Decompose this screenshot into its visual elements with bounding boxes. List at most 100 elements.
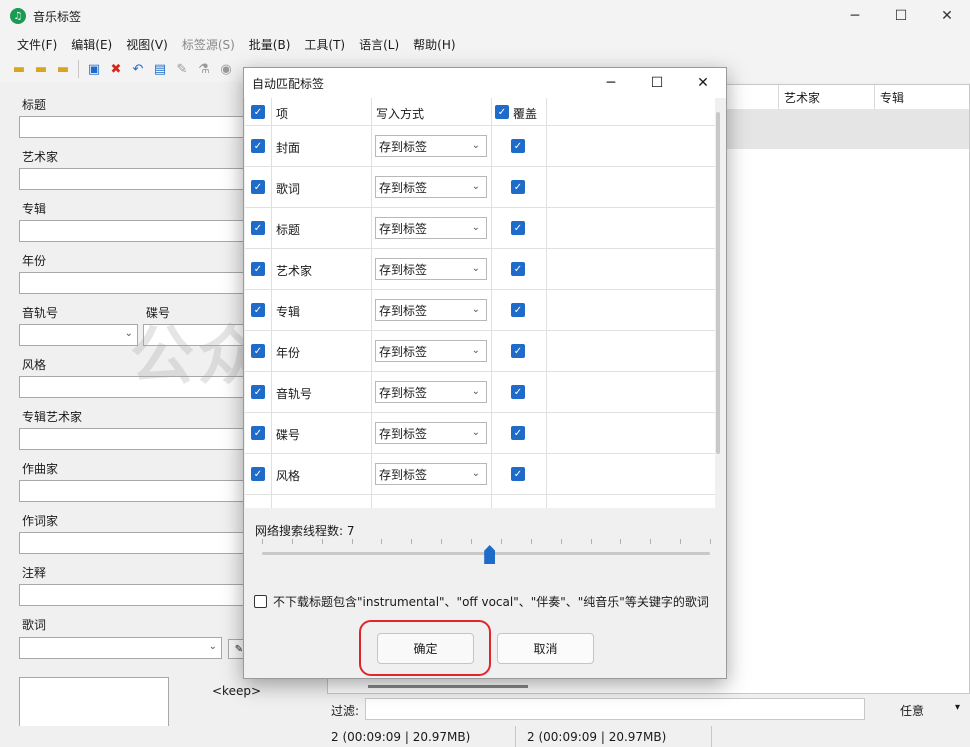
overwrite-checkbox[interactable]: ✓ bbox=[511, 180, 525, 194]
row-checkbox[interactable]: ✓ bbox=[251, 221, 265, 235]
dialog-close-button[interactable]: ✕ bbox=[680, 68, 726, 98]
filter-icon[interactable]: ⚗ bbox=[195, 60, 213, 78]
select-all-checkbox[interactable]: ✓ bbox=[251, 105, 265, 119]
write-mode-select[interactable]: 存到标签 ⌄ bbox=[375, 422, 487, 444]
filter-mode-select[interactable]: 任意 bbox=[900, 702, 924, 719]
filter-input[interactable] bbox=[365, 698, 865, 720]
folder-multi-icon[interactable]: ▬ bbox=[54, 60, 72, 78]
close-button[interactable]: ✕ bbox=[924, 0, 970, 32]
window-titlebar: ♫ 音乐标签 ─ ☐ ✕ bbox=[0, 0, 970, 32]
ok-button[interactable]: 确定 bbox=[377, 633, 474, 664]
overwrite-checkbox[interactable]: ✓ bbox=[511, 262, 525, 276]
menu-file[interactable]: 文件(F) bbox=[10, 36, 64, 53]
overwrite-checkbox[interactable]: ✓ bbox=[511, 221, 525, 235]
table-row[interactable]: ✓ 封面 存到标签 ⌄ ✓ bbox=[245, 126, 715, 167]
book-icon[interactable]: ▤ bbox=[151, 60, 169, 78]
header-write-mode: 写入方式 bbox=[376, 107, 425, 121]
column-header-artist[interactable]: 艺术家 bbox=[778, 85, 874, 109]
slider-tick bbox=[411, 539, 413, 544]
status-bar: 2 (00:09:09 | 20.97MB) 2 (00:09:09 | 20.… bbox=[0, 726, 970, 747]
write-mode-select[interactable]: 存到标签 ⌄ bbox=[375, 381, 487, 403]
menu-help[interactable]: 帮助(H) bbox=[406, 36, 462, 53]
overwrite-checkbox[interactable]: ✓ bbox=[511, 344, 525, 358]
slider-tick bbox=[471, 539, 473, 544]
menu-tag-source[interactable]: 标签源(S) bbox=[175, 36, 242, 53]
maximize-button[interactable]: ☐ bbox=[878, 0, 924, 32]
menu-view[interactable]: 视图(V) bbox=[119, 36, 175, 53]
write-mode-select[interactable]: 存到标签 ⌄ bbox=[375, 135, 487, 157]
overwrite-checkbox[interactable]: ✓ bbox=[511, 139, 525, 153]
skip-instrumental-checkbox[interactable] bbox=[254, 595, 267, 608]
row-checkbox[interactable]: ✓ bbox=[251, 344, 265, 358]
table-row[interactable]: ✓ 碟号 存到标签 ⌄ ✓ bbox=[245, 413, 715, 454]
write-mode-select[interactable]: 存到标签 ⌄ bbox=[375, 258, 487, 280]
overwrite-checkbox[interactable]: ✓ bbox=[511, 303, 525, 317]
row-checkbox[interactable]: ✓ bbox=[251, 139, 265, 153]
table-row[interactable]: ✓ 歌词 存到标签 ⌄ ✓ bbox=[245, 167, 715, 208]
dialog-minimize-button[interactable]: ─ bbox=[588, 68, 634, 98]
row-checkbox[interactable]: ✓ bbox=[251, 467, 265, 481]
minimize-button[interactable]: ─ bbox=[832, 0, 878, 32]
composer-label: 作曲家 bbox=[22, 462, 59, 476]
menu-edit[interactable]: 编辑(E) bbox=[64, 36, 119, 53]
cancel-button[interactable]: 取消 bbox=[497, 633, 594, 664]
column-header-album[interactable]: 专辑 bbox=[874, 85, 969, 109]
overwrite-checkbox[interactable]: ✓ bbox=[511, 426, 525, 440]
menu-batch[interactable]: 批量(B) bbox=[242, 36, 298, 53]
row-checkbox[interactable]: ✓ bbox=[251, 385, 265, 399]
slider-tick bbox=[590, 539, 592, 544]
save-icon[interactable]: ▣ bbox=[85, 60, 103, 78]
table-row[interactable]: ✓ 音轨号 存到标签 ⌄ ✓ bbox=[245, 372, 715, 413]
row-checkbox[interactable]: ✓ bbox=[251, 426, 265, 440]
lyricist-field[interactable] bbox=[19, 532, 249, 554]
lyrics-combo[interactable]: ⌄ bbox=[19, 637, 222, 659]
table-row[interactable]: ✓ 风格 存到标签 ⌄ ✓ bbox=[245, 454, 715, 495]
write-mode-select[interactable]: 存到标签 ⌄ bbox=[375, 340, 487, 362]
horizontal-scrollbar[interactable] bbox=[368, 685, 528, 688]
album-label: 专辑 bbox=[22, 202, 47, 216]
overwrite-checkbox[interactable]: ✓ bbox=[511, 467, 525, 481]
threads-slider-thumb[interactable] bbox=[484, 545, 496, 564]
comment-field[interactable] bbox=[19, 584, 249, 606]
write-mode-select[interactable]: 存到标签 ⌄ bbox=[375, 299, 487, 321]
genre-field[interactable] bbox=[19, 376, 249, 398]
write-mode-select[interactable]: 存到标签 ⌄ bbox=[375, 217, 487, 239]
folder-open-icon[interactable]: ▬ bbox=[10, 60, 28, 78]
row-item-label: 风格 bbox=[276, 469, 301, 483]
disc-combo[interactable] bbox=[143, 324, 249, 346]
write-mode-select[interactable]: 存到标签 ⌄ bbox=[375, 176, 487, 198]
album-artist-field[interactable] bbox=[19, 428, 249, 450]
row-checkbox[interactable]: ✓ bbox=[251, 262, 265, 276]
chevron-down-icon: ⌄ bbox=[471, 181, 480, 192]
table-row[interactable]: ✓ 标题 存到标签 ⌄ ✓ bbox=[245, 208, 715, 249]
artist-field[interactable] bbox=[19, 168, 249, 190]
folder-add-icon[interactable]: ▬ bbox=[32, 60, 50, 78]
title-field[interactable] bbox=[19, 116, 249, 138]
overwrite-all-checkbox[interactable]: ✓ bbox=[495, 105, 509, 119]
row-item-label: 艺术家 bbox=[276, 264, 313, 278]
write-mode-select[interactable]: 存到标签 ⌄ bbox=[375, 463, 487, 485]
menu-tools[interactable]: 工具(T) bbox=[297, 36, 352, 53]
table-row[interactable]: ✓ 专辑 存到标签 ⌄ ✓ bbox=[245, 290, 715, 331]
composer-field[interactable] bbox=[19, 480, 249, 502]
album-field[interactable] bbox=[19, 220, 249, 242]
wrench-icon[interactable]: ✎ bbox=[173, 60, 191, 78]
write-mode-value: 存到标签 bbox=[379, 262, 428, 277]
track-combo[interactable]: ⌄ bbox=[19, 324, 138, 346]
undo-icon[interactable]: ↶ bbox=[129, 60, 147, 78]
vertical-scrollbar[interactable] bbox=[716, 112, 720, 454]
dialog-maximize-button[interactable]: ☐ bbox=[634, 68, 680, 98]
overwrite-checkbox[interactable]: ✓ bbox=[511, 385, 525, 399]
table-row[interactable]: ✓ 艺术家 存到标签 ⌄ ✓ bbox=[245, 249, 715, 290]
eye-icon[interactable]: ◉ bbox=[217, 60, 235, 78]
write-mode-value: 存到标签 bbox=[379, 385, 428, 400]
year-field[interactable] bbox=[19, 272, 249, 294]
keep-label: <keep> bbox=[212, 684, 262, 698]
menu-language[interactable]: 语言(L) bbox=[352, 36, 406, 53]
row-checkbox[interactable]: ✓ bbox=[251, 303, 265, 317]
table-row[interactable]: ✓ 年份 存到标签 ⌄ ✓ bbox=[245, 331, 715, 372]
chevron-down-icon: ⌄ bbox=[124, 328, 133, 339]
skip-instrumental-option[interactable]: 不下载标题包含"instrumental"、"off vocal"、"伴奏"、"… bbox=[254, 593, 709, 610]
row-checkbox[interactable]: ✓ bbox=[251, 180, 265, 194]
delete-icon[interactable]: ✖ bbox=[107, 60, 125, 78]
